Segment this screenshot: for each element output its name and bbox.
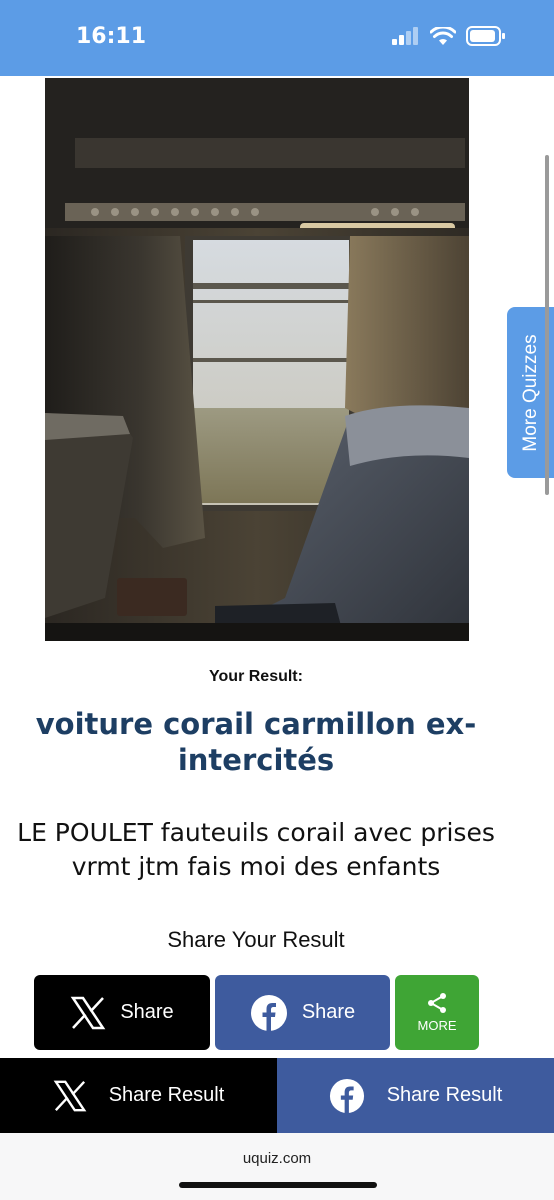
x-logo-icon — [53, 1080, 87, 1111]
share-result-x-label: Share Result — [108, 1084, 225, 1106]
result-title: voiture corail carmillon ex-intercités — [35, 707, 477, 777]
share-x-label: Share — [120, 1001, 174, 1023]
result-description: LE POULET fauteuils corail avec prises v… — [17, 818, 495, 881]
status-bar: 16:11 — [0, 0, 554, 76]
share-x-button[interactable]: Share — [34, 975, 210, 1050]
status-time: 16:11 — [76, 24, 147, 49]
more-quizzes-label: More Quizzes — [519, 333, 541, 452]
scrollbar[interactable] — [545, 155, 549, 495]
share-icon — [428, 993, 446, 1013]
share-facebook-label: Share — [301, 1001, 356, 1023]
facebook-icon — [329, 1078, 364, 1113]
facebook-icon — [250, 994, 287, 1031]
share-more-label: MORE — [417, 1018, 457, 1033]
browser-url[interactable]: uquiz.com — [0, 1150, 554, 1167]
result-label: Your Result: — [209, 668, 303, 685]
wifi-icon — [430, 26, 456, 45]
share-result-facebook-label: Share Result — [386, 1084, 503, 1106]
x-logo-icon — [70, 996, 106, 1029]
battery-icon — [466, 26, 505, 46]
signal-icon — [392, 27, 418, 45]
share-facebook-button[interactable]: Share — [215, 975, 390, 1050]
share-more-button[interactable]: MORE — [395, 975, 479, 1050]
home-indicator[interactable] — [179, 1182, 377, 1188]
share-result-x-button[interactable]: Share Result — [0, 1058, 277, 1133]
status-icons — [392, 26, 506, 46]
result-image — [45, 78, 469, 641]
share-result-facebook-button[interactable]: Share Result — [277, 1058, 554, 1133]
share-heading: Share Your Result — [167, 927, 345, 952]
train-window-illustration — [45, 78, 469, 641]
